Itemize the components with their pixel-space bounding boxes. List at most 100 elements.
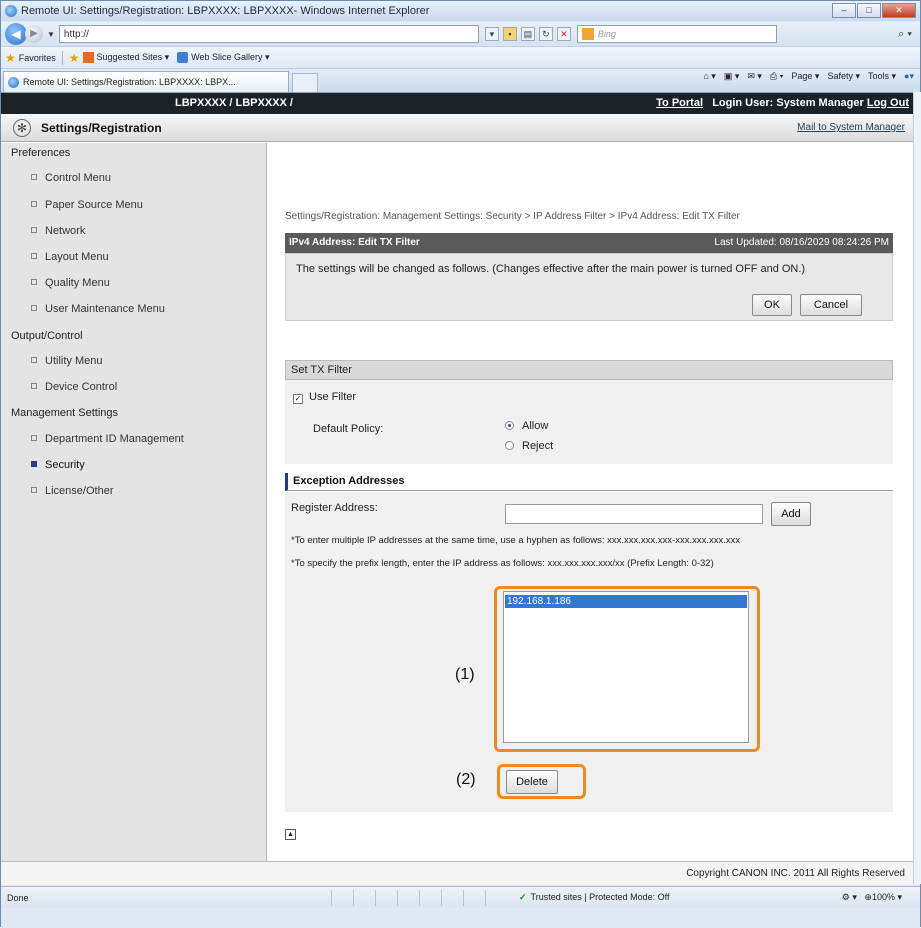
zone-settings-icon[interactable]: ⚙ ▾ <box>842 892 857 902</box>
url-input[interactable]: http:// <box>58 25 479 43</box>
stop-icon[interactable]: ✕ <box>556 27 571 41</box>
sidebar-item-utility-menu[interactable]: Utility Menu <box>31 355 102 367</box>
allow-label: Allow <box>522 420 549 432</box>
sidebar-item-license-other[interactable]: License/Other <box>31 485 113 497</box>
sidebar-item-device-control[interactable]: Device Control <box>31 381 117 393</box>
history-dropdown-icon[interactable]: ▼ <box>47 30 55 39</box>
help-icon[interactable]: ●▾ <box>904 71 914 82</box>
scrollbar[interactable] <box>913 92 921 884</box>
status-bar: Done ✓ Trusted sites | Protected Mode: Of… <box>1 886 920 908</box>
sidebar: Preferences Control Menu Paper Source Me… <box>1 143 267 863</box>
sidebar-item-security[interactable]: Security <box>31 459 85 471</box>
allow-option[interactable]: Allow <box>505 420 548 432</box>
allow-radio[interactable] <box>505 421 514 430</box>
new-tab-button[interactable] <box>292 73 318 92</box>
reject-radio[interactable] <box>505 441 514 450</box>
ok-button[interactable]: OK <box>752 294 792 316</box>
sidebar-item-user-maintenance-menu[interactable]: User Maintenance Menu <box>31 303 165 315</box>
sidebar-item-control-menu[interactable]: Control Menu <box>31 172 111 184</box>
sidebar-item-label: Network <box>45 225 86 237</box>
highlight-address-list <box>494 586 760 752</box>
sidebar-item-quality-menu[interactable]: Quality Menu <box>31 277 110 289</box>
sidebar-item-label: Layout Menu <box>45 251 109 263</box>
zoom-icon: ⊕ <box>864 892 872 902</box>
tx-filter-panel: ✓ Use Filter Default Policy: Allow Reject <box>285 380 893 464</box>
browser-window: Remote UI: Settings/Registration: LBPXXX… <box>0 0 921 928</box>
device-name: LBPXXXX / LBPXXXX / <box>175 97 293 109</box>
bullet-icon <box>31 487 37 493</box>
to-portal-link[interactable]: To Portal <box>656 97 703 109</box>
dropdown-icon[interactable]: ▾ <box>484 27 499 41</box>
tab-title: Remote UI: Settings/Registration: LBPXXX… <box>23 77 236 87</box>
add-button[interactable]: Add <box>771 502 811 526</box>
cancel-button[interactable]: Cancel <box>800 294 862 316</box>
refresh-icon[interactable]: ↻ <box>538 27 553 41</box>
zoom-level: 100% <box>871 892 895 902</box>
command-bar: ⌂ ▾ ▣ ▾ ✉ ▾ ⎙ ▾ Page ▾ Safety ▾ Tools ▾ … <box>703 71 914 82</box>
bullet-icon <box>31 279 37 285</box>
register-address-input[interactable] <box>505 504 763 524</box>
web-slice-icon <box>177 52 189 63</box>
favorites-star-icon[interactable]: ★ <box>5 51 16 65</box>
security-zone[interactable]: ✓ Trusted sites | Protected Mode: Off <box>519 892 669 903</box>
bullet-icon <box>31 227 37 233</box>
sidebar-item-department-id[interactable]: Department ID Management <box>31 433 184 445</box>
add-favorite-icon[interactable]: ★ <box>69 51 80 65</box>
mail-system-manager-link[interactable]: Mail to System Manager <box>797 122 905 133</box>
home-icon[interactable]: ⌂ ▾ <box>703 71 715 82</box>
sidebar-item-label: Security <box>45 459 85 471</box>
page-header: ✻ Settings/Registration Mail to System M… <box>1 114 913 142</box>
suggested-sites-icon <box>82 52 94 63</box>
print-icon[interactable]: ⎙ ▾ <box>770 71 783 82</box>
highlight-delete-button <box>497 764 586 799</box>
use-filter-checkbox[interactable]: ✓ <box>293 394 303 404</box>
tools-menu[interactable]: Tools ▾ <box>868 71 896 82</box>
sidebar-item-paper-source-menu[interactable]: Paper Source Menu <box>31 199 143 211</box>
page-menu[interactable]: Page ▾ <box>791 71 819 82</box>
safety-menu[interactable]: Safety ▾ <box>827 71 860 82</box>
tab-remote-ui[interactable]: Remote UI: Settings/Registration: LBPXXX… <box>3 71 289 92</box>
sidebar-item-layout-menu[interactable]: Layout Menu <box>31 251 109 263</box>
logout-link[interactable]: Log Out <box>867 97 909 109</box>
search-icon[interactable]: ⌕ ▾ <box>898 28 912 41</box>
search-placeholder: Bing <box>597 29 616 39</box>
status-cell <box>485 890 507 906</box>
section-header: IPv4 Address: Edit TX Filter Last Update… <box>285 233 893 253</box>
status-cell <box>441 890 463 906</box>
feeds-icon[interactable]: ▣ ▾ <box>724 71 740 82</box>
close-button[interactable]: ✕ <box>882 3 916 18</box>
breadcrumb: Settings/Registration: Management Settin… <box>285 211 740 222</box>
lock-icon[interactable]: ▪ <box>502 27 517 41</box>
favorites-label[interactable]: Favorites <box>19 53 56 63</box>
bullet-icon <box>31 305 37 311</box>
back-icon[interactable]: ◀ <box>5 23 27 45</box>
set-tx-filter-header: Set TX Filter <box>285 360 893 380</box>
forward-icon[interactable]: ▶ <box>25 25 43 43</box>
suggested-sites-link[interactable]: Suggested Sites ▾ <box>82 52 169 63</box>
bing-icon <box>581 28 594 40</box>
bullet-icon <box>31 357 37 363</box>
bullet-icon <box>31 435 37 441</box>
search-input[interactable]: Bing <box>576 25 777 43</box>
compat-icon[interactable]: ▤ <box>520 27 535 41</box>
back-to-top-icon[interactable]: ▲ <box>285 829 296 840</box>
web-slice-label: Web Slice Gallery ▾ <box>191 52 270 62</box>
web-slice-gallery-link[interactable]: Web Slice Gallery ▾ <box>177 52 270 63</box>
use-filter-row: ✓ Use Filter <box>293 391 356 404</box>
sidebar-section-output-control: Output/Control <box>11 330 83 342</box>
last-updated: Last Updated: 08/16/2029 08:24:26 PM <box>714 237 889 248</box>
section-title: IPv4 Address: Edit TX Filter <box>289 237 420 248</box>
mail-icon[interactable]: ✉ ▾ <box>747 71 762 82</box>
login-user: Login User: System Manager <box>712 97 864 109</box>
reject-option[interactable]: Reject <box>505 440 553 452</box>
minimize-button[interactable]: – <box>832 3 856 18</box>
sidebar-item-network[interactable]: Network <box>31 225 85 237</box>
maximize-button[interactable]: □ <box>857 3 881 18</box>
url-text: http:// <box>63 28 89 40</box>
page-content: LBPXXXX / LBPXXXX / To Portal Login User… <box>1 92 913 885</box>
zoom-control[interactable]: ⚙ ▾ ⊕100% ▾ <box>842 892 902 903</box>
sidebar-section-preferences: Preferences <box>11 147 71 159</box>
zone-label: Trusted sites | Protected Mode: Off <box>530 892 670 902</box>
status-cell <box>353 890 375 906</box>
sidebar-item-label: User Maintenance Menu <box>45 303 165 315</box>
